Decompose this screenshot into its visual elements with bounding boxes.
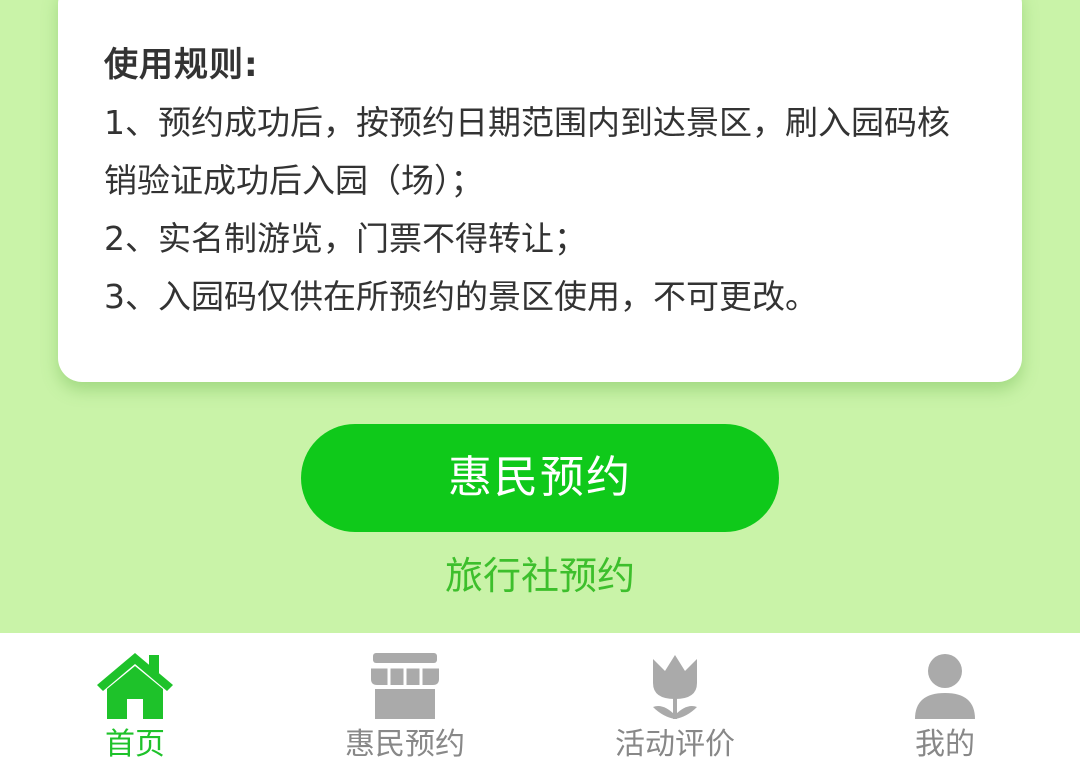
rule-line: 3、入园码仅供在所预约的景区使用，不可更改。 <box>104 277 818 316</box>
tab-activity-review[interactable]: 活动评价 <box>540 633 810 779</box>
tab-mine-label: 我的 <box>915 727 975 762</box>
rule-line: 1、预约成功后，按预约日期范围内到达景区，刷入园码核 <box>104 103 950 142</box>
agency-reservation-link[interactable]: 旅行社预约 <box>0 548 1080 604</box>
shop-icon <box>371 653 439 719</box>
home-icon <box>97 653 173 719</box>
tab-reservation[interactable]: 惠民预约 <box>270 633 540 779</box>
rule-line: 2、实名制游览，门票不得转让； <box>104 219 587 258</box>
tab-mine[interactable]: 我的 <box>810 633 1080 779</box>
tab-reservation-label: 惠民预约 <box>345 727 465 762</box>
rules-title: 使用规则: <box>104 45 259 85</box>
user-icon <box>915 654 975 719</box>
tab-home-label: 首页 <box>105 727 165 762</box>
rules-card: 使用规则: 1、预约成功后，按预约日期范围内到达景区，刷入园码核 销验证成功后入… <box>58 0 1022 382</box>
reserve-button[interactable]: 惠民预约 <box>301 424 779 532</box>
tulip-icon <box>653 655 697 719</box>
tab-bar: 首页 惠民预约 活动评价 我的 <box>0 633 1080 779</box>
tab-activity-review-label: 活动评价 <box>615 727 735 762</box>
rule-line: 销验证成功后入园（场）； <box>104 161 484 200</box>
tab-home[interactable]: 首页 <box>0 633 270 779</box>
